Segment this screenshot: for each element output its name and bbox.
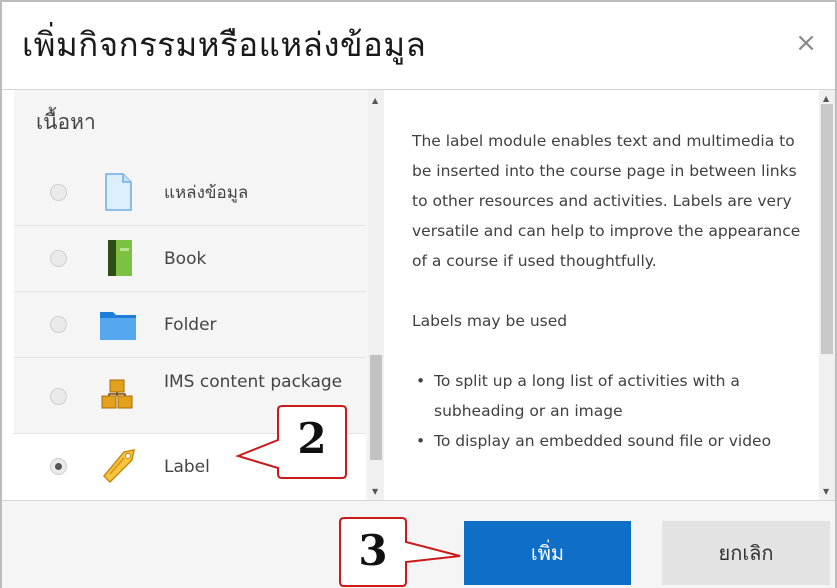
module-list-scrollbar[interactable]: ▲ ▼	[368, 90, 384, 500]
radio-button[interactable]	[50, 316, 67, 333]
add-button[interactable]: เพิ่ม	[464, 521, 631, 585]
cancel-button[interactable]: ยกเลิก	[662, 521, 830, 585]
list-item-folder[interactable]: Folder	[14, 292, 366, 358]
description-text: The label module enables text and multim…	[412, 126, 807, 456]
scrollbar-thumb[interactable]	[821, 104, 833, 354]
radio-button-selected[interactable]	[50, 458, 67, 475]
list-item-resource[interactable]: แหล่งข้อมูล	[14, 160, 366, 226]
dialog-header: เพิ่มกิจกรรมหรือแหล่งข้อมูล ×	[2, 2, 835, 90]
description-scrollbar[interactable]: ▲ ▼	[819, 90, 835, 500]
package-icon	[98, 376, 138, 416]
description-bullet: To display an embedded sound file or vid…	[412, 426, 807, 456]
item-label: Folder	[164, 315, 217, 335]
label-tag-icon	[98, 446, 138, 486]
book-icon	[98, 238, 138, 278]
file-icon	[98, 172, 138, 212]
description-bullet: To split up a long list of activities wi…	[412, 366, 807, 426]
radio-button[interactable]	[50, 388, 67, 405]
step-badge-2: 2	[297, 414, 327, 463]
step-badge-3: 3	[358, 526, 388, 575]
item-label: แหล่งข้อมูล	[164, 183, 249, 203]
description-paragraph: Labels may be used	[412, 312, 568, 330]
radio-button[interactable]	[50, 250, 67, 267]
folder-icon	[98, 304, 138, 344]
dialog-title: เพิ่มกิจกรรมหรือแหล่งข้อมูล	[22, 25, 427, 64]
radio-button[interactable]	[50, 184, 67, 201]
scroll-down-icon[interactable]: ▼	[372, 487, 378, 496]
item-label: Book	[164, 249, 207, 269]
activity-chooser-dialog: เพิ่มกิจกรรมหรือแหล่งข้อมูล × เนื้อหา แห…	[0, 0, 837, 588]
item-label: Label	[164, 457, 210, 477]
close-icon[interactable]: ×	[791, 28, 821, 58]
list-item-book[interactable]: Book	[14, 226, 366, 292]
section-title: เนื้อหา	[36, 110, 96, 134]
dialog-body: เนื้อหา แหล่งข้อมูล Book Folder IMS cont…	[2, 90, 835, 500]
scroll-up-icon[interactable]: ▲	[372, 96, 378, 105]
scrollbar-thumb[interactable]	[370, 355, 382, 460]
scroll-up-icon[interactable]: ▲	[823, 94, 829, 103]
scroll-down-icon[interactable]: ▼	[823, 487, 829, 496]
module-description-panel: The label module enables text and multim…	[394, 90, 835, 500]
description-paragraph: The label module enables text and multim…	[412, 132, 801, 270]
item-label: IMS content package	[164, 372, 343, 392]
description-list: To split up a long list of activities wi…	[412, 366, 807, 456]
